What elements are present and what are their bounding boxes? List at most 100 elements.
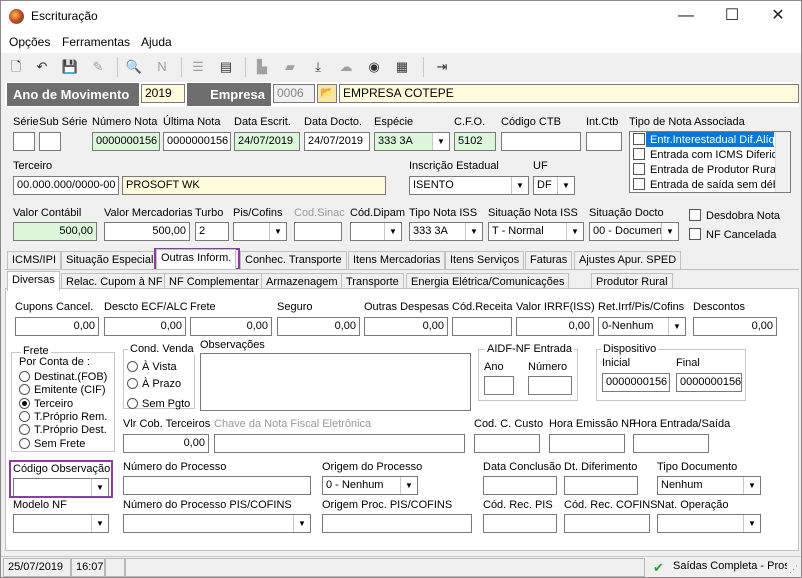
folder-open-icon[interactable]: 📂: [317, 84, 337, 103]
int-ctb-field[interactable]: [586, 132, 622, 151]
nf-cancelada-checkbox[interactable]: NF Cancelada: [689, 228, 776, 242]
menu-opcoes[interactable]: Opções: [9, 35, 50, 49]
folder-icon[interactable]: ▰: [281, 58, 299, 76]
cod-custo-field[interactable]: [474, 434, 540, 453]
aidf-ano-field[interactable]: [484, 376, 514, 395]
maximize-button[interactable]: ☐: [709, 1, 755, 31]
resize-grip-icon[interactable]: ⋰: [789, 564, 799, 576]
save-icon[interactable]: 💾: [61, 58, 79, 76]
tipo-nota-item[interactable]: Entrada de Produtor Rural: [633, 163, 778, 177]
tab-itens-servicos[interactable]: Itens Serviços: [445, 251, 525, 269]
tab-ajustes-apur-sped[interactable]: Ajustes Apur. SPED: [574, 251, 682, 269]
report-icon[interactable]: ▤: [217, 58, 235, 76]
cfo-field[interactable]: 5102: [454, 132, 496, 151]
frete-terceiro-radio[interactable]: Terceiro: [19, 398, 73, 411]
tab-diversas[interactable]: Diversas: [7, 271, 60, 291]
numero-nota-field[interactable]: 0000000156: [92, 132, 160, 151]
aidf-numero-field[interactable]: [528, 376, 572, 395]
list-icon[interactable]: ☰: [189, 58, 207, 76]
tipo-nota-item[interactable]: Entr.Interestadual Dif.Alíq: [633, 133, 775, 147]
frete-field[interactable]: 0,00: [190, 317, 272, 336]
cupons-field[interactable]: 0,00: [15, 317, 99, 336]
tab-situacao-especial[interactable]: Situação Especial: [61, 251, 159, 269]
modelo-nf-select[interactable]: ▼: [13, 514, 109, 533]
num-processo-field[interactable]: [123, 476, 311, 495]
tab-itens-mercadorias[interactable]: Itens Mercadorias: [348, 251, 446, 269]
num-proc-pis-select[interactable]: ▼: [123, 514, 311, 533]
terceiro-code-field[interactable]: 00.000.000/0000-00: [13, 176, 119, 195]
cond-a-vista-radio[interactable]: À Vista: [127, 361, 177, 374]
frete-proprio-dest-radio[interactable]: T.Próprio Dest.: [19, 424, 107, 437]
tipo-documento-select[interactable]: Nenhum ▼: [657, 476, 761, 495]
outras-despesas-field[interactable]: 0,00: [364, 317, 448, 336]
empresa-code-field[interactable]: 0006: [273, 84, 315, 103]
descto-ecf-field[interactable]: 0,00: [104, 317, 186, 336]
inicial-field[interactable]: 0000000156: [602, 373, 670, 392]
final-field[interactable]: 0000000156: [676, 373, 742, 392]
frete-proprio-rem-radio[interactable]: T.Próprio Rem.: [19, 411, 107, 424]
hora-entrada-field[interactable]: [633, 434, 709, 453]
delete-icon[interactable]: ✎: [89, 58, 107, 76]
ultima-nota-field[interactable]: 0000000156: [163, 132, 231, 151]
new-icon[interactable]: 🗋: [7, 58, 25, 76]
preview-icon[interactable]: 🔍: [125, 58, 143, 76]
data-conclusao-field[interactable]: [483, 476, 557, 495]
cond-a-prazo-radio[interactable]: À Prazo: [127, 378, 181, 391]
valor-irrf-field[interactable]: 0,00: [516, 317, 594, 336]
tab-faturas[interactable]: Faturas: [525, 251, 573, 269]
frete-sem-frete-radio[interactable]: Sem Frete: [19, 438, 85, 451]
dt-diferimento-field[interactable]: [564, 476, 638, 495]
tab-conhec-transporte[interactable]: Conhec. Transporte: [240, 251, 347, 269]
cod-receita-field[interactable]: [452, 317, 512, 336]
seguro-field[interactable]: 0,00: [277, 317, 360, 336]
pis-cofins-select[interactable]: ▼: [233, 222, 287, 241]
codigo-ctb-field[interactable]: [501, 132, 581, 151]
nat-operacao-select[interactable]: ▼: [657, 514, 761, 533]
chave-nfe-field[interactable]: [214, 434, 465, 453]
turbo-field[interactable]: 2: [195, 222, 229, 241]
hora-emissao-field[interactable]: [549, 434, 625, 453]
exit-icon[interactable]: ⇥: [433, 58, 451, 76]
especie-select[interactable]: 333 3A ▼: [374, 132, 450, 151]
sub-serie-field[interactable]: [39, 132, 61, 151]
valor-contabil-field[interactable]: 500,00: [13, 222, 97, 241]
frete-emitente-radio[interactable]: Emitente (CIF): [19, 384, 106, 397]
undo-icon[interactable]: ↶: [33, 58, 51, 76]
cloud-icon[interactable]: ☁: [337, 58, 355, 76]
cond-sem-pgto-radio[interactable]: Sem Pgto: [127, 398, 190, 411]
valor-merc-field[interactable]: 500,00: [104, 222, 190, 241]
origem-pis-field[interactable]: [322, 514, 472, 533]
uf-select[interactable]: DF ▼: [533, 176, 575, 195]
tipo-nota-item[interactable]: Entrada com ICMS Diferido: [633, 148, 784, 162]
sit-iss-select[interactable]: T - Normal ▼: [488, 222, 584, 241]
grid-icon[interactable]: ▦: [393, 58, 411, 76]
nf-icon[interactable]: N: [153, 58, 171, 76]
ano-field[interactable]: 2019: [141, 84, 185, 103]
cod-rec-cofins-field[interactable]: [564, 514, 650, 533]
tipo-iss-select[interactable]: 333 3A ▼: [409, 222, 483, 241]
tipo-nota-item[interactable]: Entrada de saída sem débi: [633, 178, 781, 192]
tipo-nota-scrollbar[interactable]: [775, 132, 790, 192]
data-docto-field[interactable]: 24/07/2019: [304, 132, 370, 151]
building-icon[interactable]: ▙: [253, 58, 271, 76]
menu-ferramentas[interactable]: Ferramentas: [62, 35, 130, 49]
tab-outras-inform[interactable]: Outras Inform.: [156, 249, 237, 269]
tab-icms-ipi[interactable]: ICMS/IPI: [7, 251, 62, 269]
menu-ajuda[interactable]: Ajuda: [141, 35, 172, 49]
desdobra-nota-checkbox[interactable]: Desdobra Nota: [689, 209, 780, 223]
frete-destinat-radio[interactable]: Destinat.(FOB): [19, 371, 107, 384]
minimize-button[interactable]: —: [663, 1, 709, 31]
vlr-cob-field[interactable]: 0,00: [123, 434, 209, 453]
close-button[interactable]: ✕: [755, 1, 801, 31]
cod-dipam-select[interactable]: ▼: [350, 222, 402, 241]
sit-docto-select[interactable]: 00 - Documen ▼: [589, 222, 679, 241]
descontos-field[interactable]: 0,00: [693, 317, 777, 336]
cod-sinac-field[interactable]: [294, 222, 342, 241]
serie-field[interactable]: [13, 132, 35, 151]
origem-processo-select[interactable]: 0 - Nenhum ▼: [322, 476, 418, 495]
download-icon[interactable]: ⤓: [309, 58, 327, 76]
ret-irrf-select[interactable]: 0-Nenhum ▼: [598, 317, 686, 336]
data-escrit-field[interactable]: 24/07/2019: [234, 132, 300, 151]
cb-icon[interactable]: ◉: [365, 58, 383, 76]
observacoes-textarea[interactable]: [200, 353, 471, 411]
